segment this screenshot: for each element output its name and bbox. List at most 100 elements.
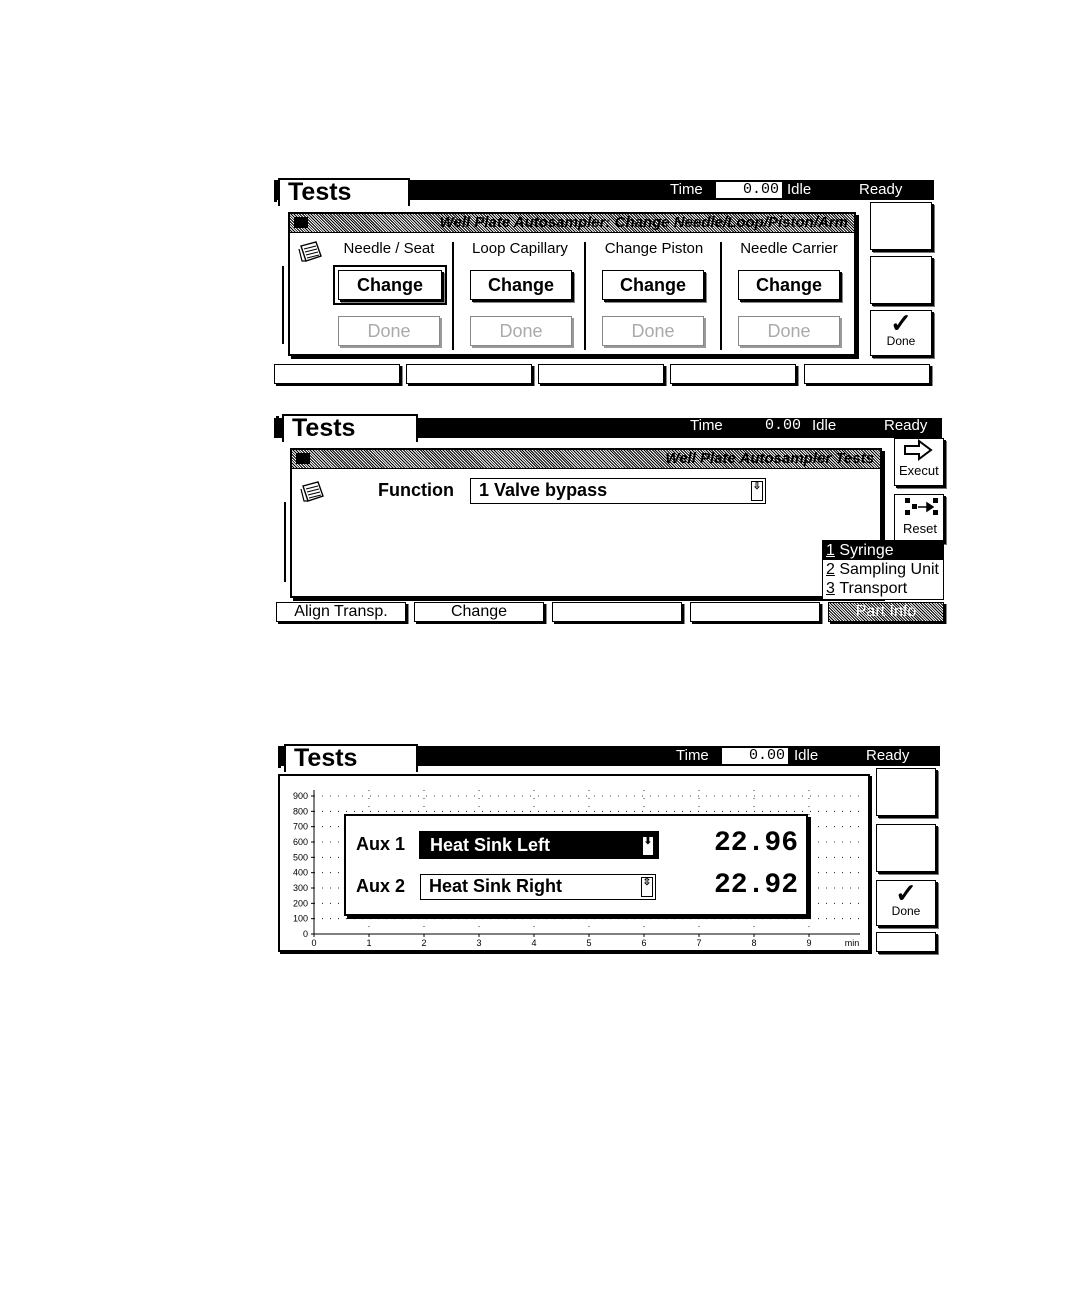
tests-panel: Well Plate Autosampler Tests Function 1 … <box>290 448 882 598</box>
needle-seat-done-button[interactable]: Done <box>338 316 440 346</box>
reset-icon <box>905 498 938 515</box>
bottom-button-bar: Align Transp. Change Part Info <box>276 602 944 622</box>
x-tick-label: 8 <box>751 938 756 948</box>
panel-scroll-edge <box>856 242 858 350</box>
loop-capillary-done-button[interactable]: Done <box>470 316 572 346</box>
tab-tests[interactable]: Tests <box>282 414 418 442</box>
column-header-loop-capillary: Loop Capillary <box>472 240 568 257</box>
side-button-2[interactable] <box>870 256 932 304</box>
time-value: 0.00 <box>722 748 788 764</box>
y-tick-label: 900 <box>293 791 308 801</box>
panel-title-bar: Well Plate Autosampler Tests <box>292 450 880 469</box>
aux-panel: Aux 1 Heat Sink Left ⬇ 22.96 Aux 2 Heat … <box>344 814 808 916</box>
bottom-button-3[interactable] <box>538 364 664 384</box>
aux1-reading: 22.96 <box>713 828 798 859</box>
menu-item-transport[interactable]: 3 Transport <box>823 579 943 598</box>
change-piston-change-button[interactable]: Change <box>602 270 704 300</box>
aux2-reading: 22.92 <box>713 870 798 901</box>
bottom-button-3[interactable] <box>552 602 682 622</box>
side-done-button[interactable]: ✓ Done <box>870 310 932 356</box>
system-menu-icon[interactable] <box>294 217 308 228</box>
x-tick-label: 3 <box>476 938 481 948</box>
column-header-needle-carrier: Needle Carrier <box>740 240 838 257</box>
function-select[interactable]: 1 Valve bypass ⇩ <box>470 478 766 504</box>
needle-carrier-change-button[interactable]: Change <box>738 270 840 300</box>
x-tick-label: 7 <box>696 938 701 948</box>
aux2-sensor-value: Heat Sink Right <box>429 876 563 896</box>
x-tick-label: 4 <box>531 938 536 948</box>
execute-button[interactable]: Execut <box>894 438 944 486</box>
align-transport-button[interactable]: Align Transp. <box>276 602 406 622</box>
reset-button[interactable]: Reset <box>894 494 944 542</box>
panel-left-edge <box>282 266 284 344</box>
change-button[interactable]: Change <box>414 602 544 622</box>
panel-title: Well Plate Autosampler: Change Needle/Lo… <box>439 214 848 231</box>
dropdown-arrow-icon[interactable]: ⇩ <box>751 481 763 501</box>
side-button-4[interactable] <box>876 932 936 952</box>
panel-title: Well Plate Autosampler Tests <box>665 450 874 467</box>
column-header-change-piston: Change Piston <box>604 240 704 257</box>
bottom-button-2[interactable] <box>406 364 532 384</box>
column-header-needle-seat: Needle / Seat <box>343 240 435 257</box>
reset-label: Reset <box>903 521 937 536</box>
y-tick-label: 300 <box>293 883 308 893</box>
panel-title-bar: Well Plate Autosampler: Change Needle/Lo… <box>290 214 854 233</box>
time-label: Time <box>690 417 723 434</box>
bottom-button-4[interactable] <box>670 364 796 384</box>
y-tick-label: 600 <box>293 837 308 847</box>
screen-autosampler-tests: Tests Time 0.00 Idle Ready Well Plate Au… <box>274 414 944 630</box>
loop-capillary-change-button[interactable]: Change <box>470 270 572 300</box>
time-label: Time <box>670 181 703 198</box>
x-tick-label: 5 <box>586 938 591 948</box>
side-button-1[interactable] <box>876 768 936 816</box>
bottom-button-5[interactable] <box>804 364 930 384</box>
bottom-button-1[interactable] <box>274 364 400 384</box>
ready-status: Ready <box>859 181 903 198</box>
system-menu-icon[interactable] <box>296 453 310 464</box>
tab-tests[interactable]: Tests <box>284 744 418 772</box>
document-icon <box>298 241 322 262</box>
y-tick-label: 700 <box>293 822 308 832</box>
idle-status: Idle <box>812 417 837 434</box>
aux2-sensor-select[interactable]: Heat Sink Right ⇳ <box>420 874 656 900</box>
aux1-sensor-select[interactable]: Heat Sink Left ⬇ <box>419 831 659 859</box>
checkmark-icon: ✓ <box>890 308 912 338</box>
checkmark-icon: ✓ <box>895 878 917 908</box>
part-info-button[interactable]: Part Info <box>828 602 944 622</box>
y-tick-label: 400 <box>293 868 308 878</box>
execute-label: Execut <box>899 463 939 478</box>
menu-item-syringe[interactable]: 1 Syringe <box>823 541 943 560</box>
side-done-button[interactable]: ✓ Done <box>876 880 936 926</box>
needle-seat-change-button[interactable]: Change <box>333 265 447 305</box>
time-value: 0.00 <box>716 182 782 198</box>
time-value: 0.00 <box>738 418 804 434</box>
dropdown-arrow-icon[interactable]: ⇳ <box>641 877 653 897</box>
side-done-label: Done <box>886 334 916 348</box>
bottom-button-bar <box>274 364 934 384</box>
change-panel: Well Plate Autosampler: Change Needle/Lo… <box>288 212 858 356</box>
x-unit-label: min <box>845 938 860 948</box>
bottom-button-4[interactable] <box>690 602 820 622</box>
x-tick-label: 0 <box>311 938 316 948</box>
document-icon <box>300 481 324 502</box>
ready-status: Ready <box>866 747 910 764</box>
tab-tests[interactable]: Tests <box>278 178 410 206</box>
y-tick-label: 800 <box>293 806 308 816</box>
screen-change-parts: Tests Time 0.00 Idle Ready Well Plate Au… <box>274 178 936 388</box>
side-done-label: Done <box>891 904 921 918</box>
side-button-2[interactable] <box>876 824 936 872</box>
x-tick-label: 9 <box>806 938 811 948</box>
column-divider <box>452 242 454 350</box>
y-tick-label: 500 <box>293 852 308 862</box>
side-button-1[interactable] <box>870 202 932 250</box>
dropdown-arrow-icon[interactable]: ⬇ <box>642 836 654 856</box>
menu-item-sampling-unit[interactable]: 2 Sampling Unit <box>823 560 943 579</box>
change-piston-done-button[interactable]: Done <box>602 316 704 346</box>
function-label: Function <box>378 480 454 500</box>
y-tick-label: 0 <box>303 929 308 939</box>
function-value: 1 Valve bypass <box>479 480 608 500</box>
needle-carrier-done-button[interactable]: Done <box>738 316 840 346</box>
y-tick-label: 100 <box>293 914 308 924</box>
column-divider <box>584 242 586 350</box>
column-divider <box>720 242 722 350</box>
